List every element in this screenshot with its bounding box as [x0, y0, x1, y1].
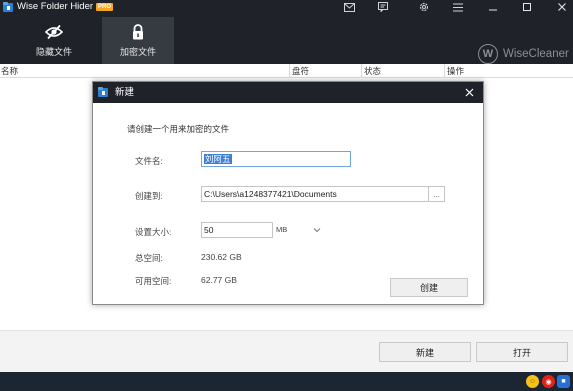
tab-label: 隐藏文件 — [35, 47, 72, 57]
column-status[interactable]: 状态 — [361, 64, 444, 78]
new-button[interactable]: 新建 — [379, 342, 471, 362]
app-title: Wise Folder Hider — [17, 1, 94, 12]
size-unit-value: MB — [276, 225, 288, 234]
size-unit-select[interactable]: MB — [276, 222, 321, 238]
brand-letter: W — [478, 44, 498, 64]
minimize-icon[interactable] — [483, 0, 503, 14]
maximize-icon[interactable] — [517, 0, 537, 14]
dialog-title-bar[interactable]: 新建 — [93, 82, 483, 103]
menu-icon[interactable] — [448, 0, 468, 14]
free-space-label: 可用空间: — [135, 276, 172, 286]
dialog-logo-icon — [98, 87, 108, 97]
close-icon[interactable] — [552, 0, 572, 14]
file-name-label: 文件名: — [135, 156, 163, 166]
create-in-label: 创建到: — [135, 191, 163, 201]
bottom-bar: 新建 打开 — [0, 330, 573, 372]
feedback-icon[interactable] — [373, 0, 393, 14]
file-table-header: 名称 盘符 状态 操作 — [0, 64, 573, 78]
browse-button[interactable]: ... — [428, 186, 444, 202]
brand-name: WiseCleaner — [503, 48, 569, 60]
free-space-value: 62.77 GB — [201, 275, 237, 285]
column-drive[interactable]: 盘符 — [289, 64, 361, 78]
app-tray-icon[interactable]: ■ — [557, 375, 570, 388]
create-in-value: C:\Users\a1248377421\Documents — [204, 189, 337, 199]
column-name[interactable]: 名称 — [0, 64, 289, 78]
column-action[interactable]: 操作 — [444, 64, 570, 78]
create-in-input[interactable]: C:\Users\a1248377421\Documents — [201, 186, 445, 202]
create-button[interactable]: 创建 — [390, 278, 468, 297]
toolbar: 隐藏文件 加密文件 W WiseCleaner — [0, 14, 573, 64]
total-space-value: 230.62 GB — [201, 252, 242, 262]
tab-label: 加密文件 — [119, 47, 156, 57]
pro-badge: PRO — [96, 3, 114, 11]
size-input[interactable]: 50 — [201, 222, 273, 238]
weibo-tray-icon[interactable]: ◉ — [542, 375, 555, 388]
lock-icon — [133, 24, 143, 40]
new-file-dialog: 新建 请创建一个用来加密的文件 文件名: 刘阿五 创建到: C:\Users\a… — [92, 81, 484, 305]
eye-slash-icon — [45, 24, 63, 40]
dialog-title: 新建 — [115, 87, 135, 98]
open-button[interactable]: 打开 — [476, 342, 568, 362]
brand-logo: W WiseCleaner — [478, 44, 569, 64]
file-name-input[interactable]: 刘阿五 — [201, 151, 351, 167]
chevron-down-icon — [313, 228, 321, 233]
total-space-label: 总空间: — [135, 253, 163, 263]
dialog-prompt: 请创建一个用来加密的文件 — [127, 124, 230, 134]
title-bar: Wise Folder Hider PRO — [0, 0, 573, 14]
dialog-close-icon[interactable] — [461, 84, 477, 100]
mail-icon[interactable] — [339, 0, 359, 14]
app-logo-icon — [3, 2, 13, 12]
tab-hide-files[interactable]: 隐藏文件 — [18, 17, 90, 64]
tab-encrypt-files[interactable]: 加密文件 — [102, 17, 174, 64]
size-value: 50 — [204, 225, 214, 235]
taskbar: ☺ ◉ ■ — [0, 372, 573, 391]
settings-icon[interactable] — [414, 0, 434, 14]
smiley-tray-icon[interactable]: ☺ — [526, 375, 539, 388]
file-name-value: 刘阿五 — [204, 154, 232, 164]
size-label: 设置大小: — [135, 227, 172, 237]
